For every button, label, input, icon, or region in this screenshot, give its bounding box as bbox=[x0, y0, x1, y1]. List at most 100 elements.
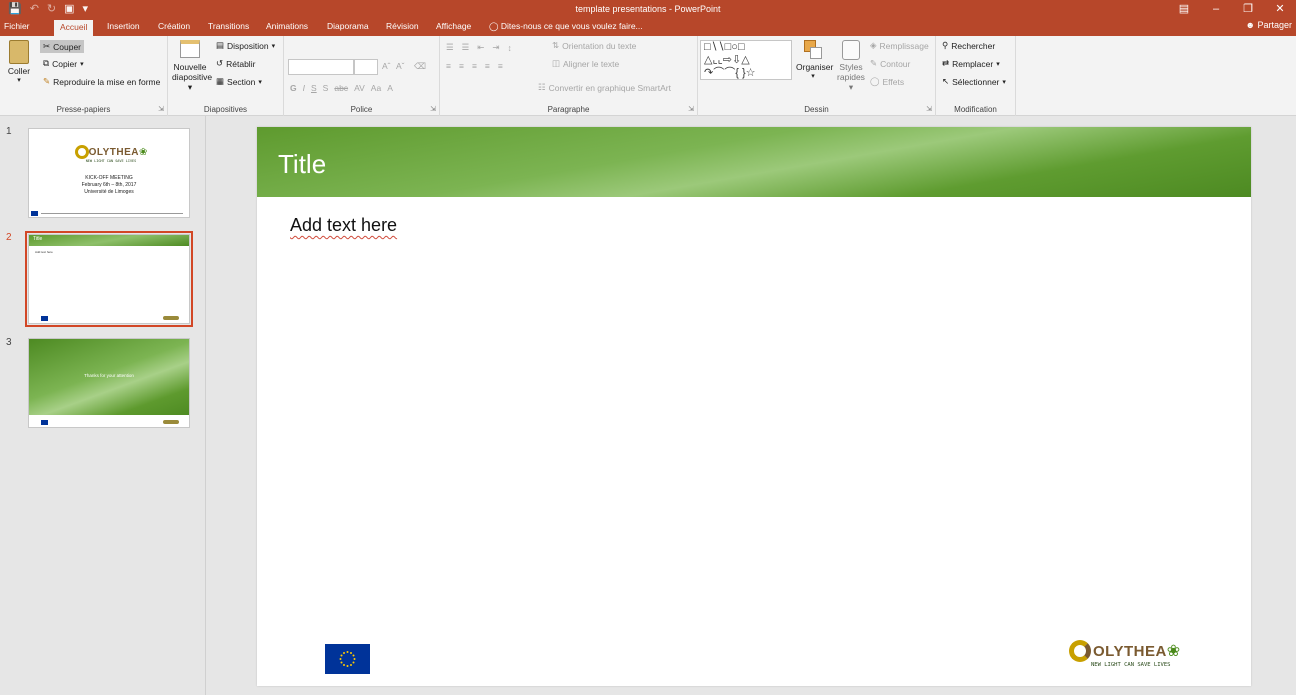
text-direction-label: Orientation du texte bbox=[562, 40, 637, 51]
tell-me-box[interactable]: ◯ Dites-nous ce que vous voulez faire... bbox=[489, 21, 643, 32]
character-spacing-button[interactable]: AV bbox=[354, 83, 365, 93]
arrange-label: Organiser bbox=[796, 62, 834, 72]
logo-text: OLYTHEA bbox=[88, 146, 139, 158]
increase-indent-icon[interactable]: ⇥ bbox=[492, 42, 499, 53]
copy-button[interactable]: ⧉ Copier ▾ bbox=[43, 58, 84, 69]
italic-button[interactable]: I bbox=[303, 83, 305, 93]
tab-design[interactable]: Création bbox=[158, 21, 190, 31]
maximize-icon[interactable]: ❐ bbox=[1232, 0, 1264, 18]
section-icon: ▦ bbox=[216, 76, 225, 86]
slide-number: 1 bbox=[6, 126, 12, 137]
shape-effects-label: Effets bbox=[882, 76, 905, 87]
align-right-icon[interactable]: ≡ bbox=[472, 61, 477, 71]
meeting-line: KICK-OFF MEETING bbox=[85, 175, 133, 181]
shapes-gallery[interactable]: □∖∖□○□ △⌞⌞⇨⇩△ ↷⌒⌒{ }☆ bbox=[700, 40, 792, 80]
dialog-launcher-icon[interactable]: ⇲ bbox=[688, 105, 694, 113]
venue-line: Université de Limoges bbox=[84, 189, 134, 195]
shadow-button[interactable]: S bbox=[323, 83, 329, 93]
align-text-button[interactable]: ◫ Aligner le texte bbox=[552, 58, 619, 69]
dialog-launcher-icon[interactable]: ⇲ bbox=[926, 105, 932, 113]
eu-flag-icon bbox=[31, 211, 38, 216]
chevron-down-icon: ▾ bbox=[1002, 78, 1006, 86]
tab-home[interactable]: Accueil bbox=[54, 20, 94, 36]
tab-file[interactable]: Fichier bbox=[4, 21, 30, 31]
arrange-button[interactable]: Organiser ▾ bbox=[796, 40, 834, 80]
bold-button[interactable]: G bbox=[290, 83, 297, 93]
tab-insert[interactable]: Insertion bbox=[107, 21, 140, 31]
tab-slideshow[interactable]: Diaporama bbox=[327, 21, 369, 31]
footer-text-line bbox=[41, 213, 183, 214]
reset-button[interactable]: ↺ Rétablir bbox=[216, 58, 255, 69]
layout-button[interactable]: ▤ Disposition ▾ bbox=[216, 40, 275, 51]
format-painter-button[interactable]: ✎ Reproduire la mise en forme bbox=[43, 76, 160, 87]
slide-thumbnail-1[interactable]: OLYTHEA ❀ NEW LIGHT CAN SAVE LIVES KICK-… bbox=[28, 128, 190, 218]
tab-animations[interactable]: Animations bbox=[266, 21, 308, 31]
change-case-button[interactable]: Aa bbox=[371, 83, 381, 93]
replace-button[interactable]: ⇄ Remplacer ▾ bbox=[942, 58, 1000, 69]
font-color-button[interactable]: A bbox=[387, 83, 393, 93]
slide-thumbnail-3[interactable]: Thanks for your attention bbox=[28, 338, 190, 428]
thanks-text: Thanks for your attention bbox=[84, 373, 134, 378]
close-icon[interactable]: ✕ bbox=[1264, 0, 1296, 18]
shape-outline-button[interactable]: ✎ Contour bbox=[870, 58, 910, 69]
tell-me-text: Dites-nous ce que vous voulez faire... bbox=[500, 21, 643, 31]
font-size-combobox[interactable] bbox=[354, 59, 378, 75]
share-button[interactable]: ☻ Partager bbox=[1245, 20, 1292, 30]
convert-smartart-button[interactable]: ☷ Convertir en graphique SmartArt bbox=[538, 82, 671, 93]
justify-icon[interactable]: ≡ bbox=[485, 61, 490, 71]
ribbon-display-options-icon[interactable]: ▤ bbox=[1168, 0, 1200, 18]
strikethrough-button[interactable]: abc bbox=[334, 83, 348, 93]
layout-icon: ▤ bbox=[216, 40, 225, 50]
text-direction-button[interactable]: ⇅ Orientation du texte bbox=[552, 40, 636, 51]
quick-styles-button[interactable]: Styles rapides ▾ bbox=[834, 40, 868, 93]
numbering-icon[interactable]: ☰ bbox=[462, 42, 470, 53]
group-label: Dessin bbox=[804, 105, 829, 114]
align-left-icon[interactable]: ≡ bbox=[446, 61, 451, 71]
slide-canvas[interactable]: Title Add text here OLYTHEA ❀ NEW LIGHT … bbox=[257, 127, 1251, 686]
group-editing: ⚲ Rechercher ⇄ Remplacer ▾ ↖ Sélectionne… bbox=[936, 36, 1016, 116]
polythea-logo: OLYTHEA ❀ NEW LIGHT CAN SAVE LIVES bbox=[1069, 640, 1189, 668]
slide-body-text[interactable]: Add text here bbox=[290, 215, 397, 236]
shape-outline-label: Contour bbox=[880, 58, 911, 69]
slide-header-bar: Title bbox=[257, 127, 1251, 197]
dialog-launcher-icon[interactable]: ⇲ bbox=[158, 105, 164, 113]
cut-button[interactable]: ✂ Couper bbox=[40, 40, 85, 53]
increase-font-size-icon[interactable]: Aˆ bbox=[382, 61, 391, 71]
minimize-icon[interactable]: – bbox=[1200, 0, 1232, 18]
reset-label: Rétablir bbox=[226, 58, 256, 69]
chevron-down-icon: ▾ bbox=[17, 77, 21, 84]
smartart-label: Convertir en graphique SmartArt bbox=[548, 82, 671, 93]
window-title: template presentations - PowerPoint bbox=[575, 4, 721, 14]
font-name-combobox[interactable] bbox=[288, 59, 354, 75]
cursor-icon: ↖ bbox=[942, 76, 950, 86]
group-clipboard: Coller ▾ ✂ Couper ⧉ Copier ▾ ✎ Reproduir… bbox=[0, 36, 168, 116]
cut-label: Couper bbox=[53, 41, 82, 52]
tab-view[interactable]: Affichage bbox=[436, 21, 471, 31]
clear-formatting-icon[interactable]: ⌫ bbox=[414, 61, 426, 72]
group-drawing: □∖∖□○□ △⌞⌞⇨⇩△ ↷⌒⌒{ }☆ Organiser ▾ Styles… bbox=[698, 36, 936, 116]
align-center-icon[interactable]: ≡ bbox=[459, 61, 464, 71]
dialog-launcher-icon[interactable]: ⇲ bbox=[430, 105, 436, 113]
title-slide-text: KICK-OFF MEETING February 6th – 8th, 201… bbox=[29, 175, 189, 196]
slide-number: 3 bbox=[6, 337, 12, 348]
shape-effects-button[interactable]: ◯ Effets bbox=[870, 76, 904, 87]
tab-transitions[interactable]: Transitions bbox=[208, 21, 249, 31]
slide-title[interactable]: Title bbox=[278, 149, 326, 180]
slide-thumbnail-2[interactable]: Title Add text here bbox=[25, 231, 193, 327]
format-painter-label: Reproduire la mise en forme bbox=[53, 76, 161, 87]
paste-button[interactable]: Coller ▾ bbox=[4, 40, 34, 84]
section-button[interactable]: ▦ Section ▾ bbox=[216, 76, 262, 87]
underline-button[interactable]: S bbox=[311, 83, 317, 93]
tab-review[interactable]: Révision bbox=[386, 21, 419, 31]
columns-icon[interactable]: ≡ bbox=[498, 61, 503, 71]
group-label: Police bbox=[350, 105, 373, 114]
scissors-icon: ✂ bbox=[43, 41, 51, 51]
select-button[interactable]: ↖ Sélectionner ▾ bbox=[942, 76, 1006, 87]
new-slide-button[interactable]: Nouvelle diapositive ▾ bbox=[172, 40, 212, 93]
line-spacing-icon[interactable]: ↕ bbox=[508, 43, 512, 53]
decrease-indent-icon[interactable]: ⇤ bbox=[477, 42, 484, 53]
shape-fill-button[interactable]: ◈ Remplissage bbox=[870, 40, 929, 51]
bullets-icon[interactable]: ☰ bbox=[446, 42, 454, 53]
decrease-font-size-icon[interactable]: Aˇ bbox=[396, 61, 405, 71]
find-button[interactable]: ⚲ Rechercher bbox=[942, 40, 995, 51]
